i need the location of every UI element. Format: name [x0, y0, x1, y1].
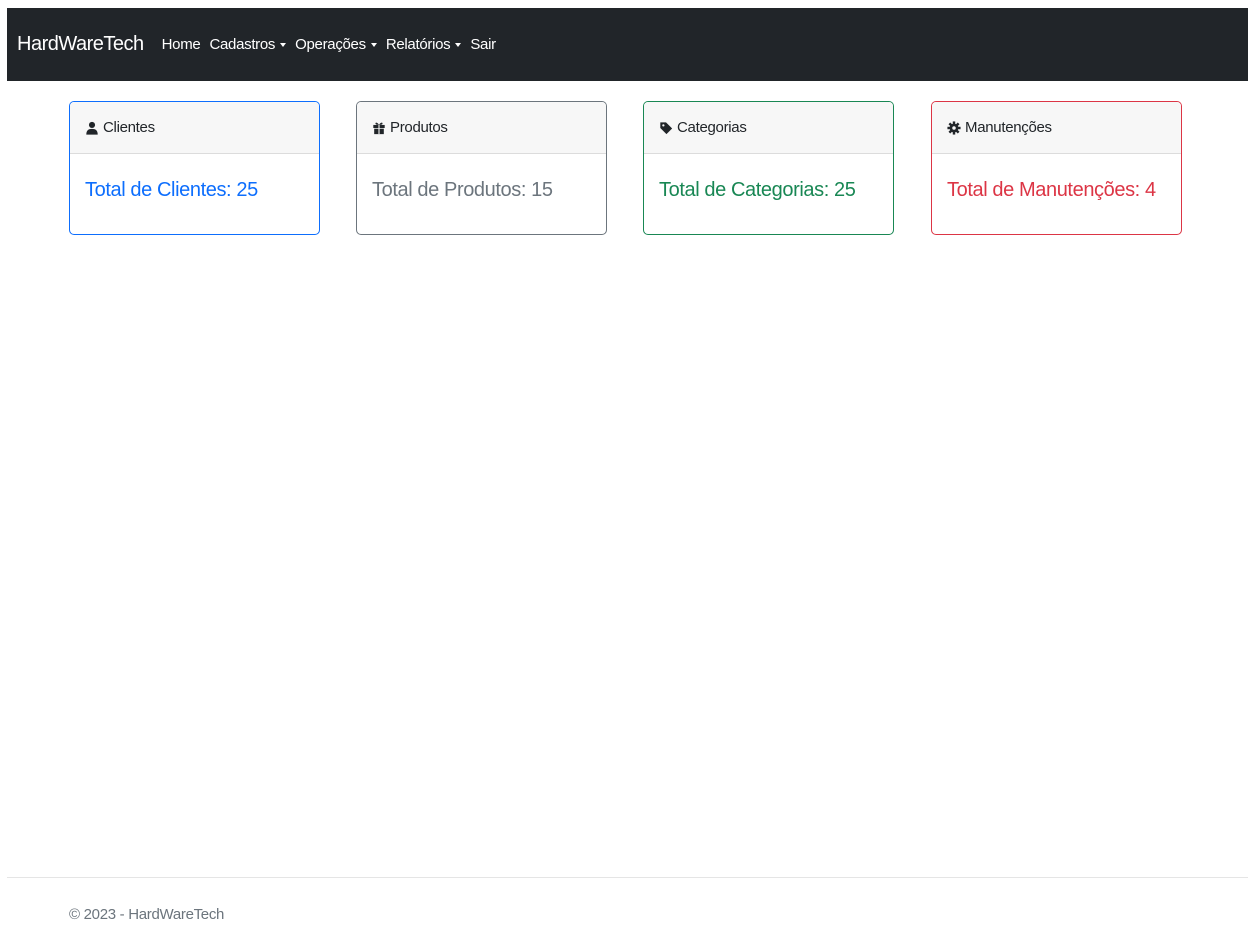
nav-item-home[interactable]: Home [162, 36, 201, 53]
card-body: Total de Manutenções: 4 [947, 179, 1156, 201]
tag-icon [660, 121, 673, 134]
card-manutencoes: Manutenções Total de Manutenções: 4 [931, 101, 1182, 235]
footer-divider [7, 877, 1248, 878]
nav-item-label: Home [161, 36, 201, 53]
nav-item-cadastros[interactable]: Cadastros [209, 36, 287, 53]
card-title: Categorias [677, 119, 747, 136]
gear-icon [947, 120, 961, 135]
nav-item-relatorios[interactable]: Relatórios [386, 36, 462, 53]
brand-link[interactable]: HardWareTech [17, 33, 144, 56]
card-body: Total de Produtos: 15 [372, 179, 553, 201]
caret-down-icon [370, 43, 377, 47]
caret-down-icon [455, 43, 462, 47]
card-body: Total de Categorias: 25 [659, 179, 856, 201]
card-header: Manutenções [932, 102, 1181, 154]
nav-item-label: Relatórios [385, 36, 451, 53]
top-strip [0, 0, 1248, 8]
footer-copyright: © 2023 - HardWareTech [69, 906, 225, 923]
nav-item-operacoes[interactable]: Operações [295, 36, 377, 53]
card-header: Categorias [644, 102, 893, 154]
card-categorias: Categorias Total de Categorias: 25 [643, 101, 894, 235]
card-title: Produtos [390, 119, 448, 136]
gift-icon [373, 122, 385, 134]
card-header: Clientes [70, 102, 319, 154]
user-icon [86, 121, 98, 135]
nav-item-sair[interactable]: Sair [470, 36, 496, 53]
card-produtos: Produtos Total de Produtos: 15 [356, 101, 607, 235]
nav-item-label: Sair [470, 36, 496, 53]
navbar: HardWareTech Home Cadastros Operações Re… [7, 8, 1248, 81]
card-clientes: Clientes Total de Clientes: 25 [69, 101, 320, 235]
card-title: Clientes [103, 119, 155, 136]
card-title: Manutenções [965, 119, 1052, 136]
summary-cards: Clientes Total de Clientes: 25 Produtos … [69, 101, 1182, 235]
nav-item-label: Operações [295, 36, 366, 53]
caret-down-icon [280, 43, 287, 47]
card-header: Produtos [357, 102, 606, 154]
nav-item-label: Cadastros [209, 36, 276, 53]
card-body: Total de Clientes: 25 [85, 179, 258, 201]
